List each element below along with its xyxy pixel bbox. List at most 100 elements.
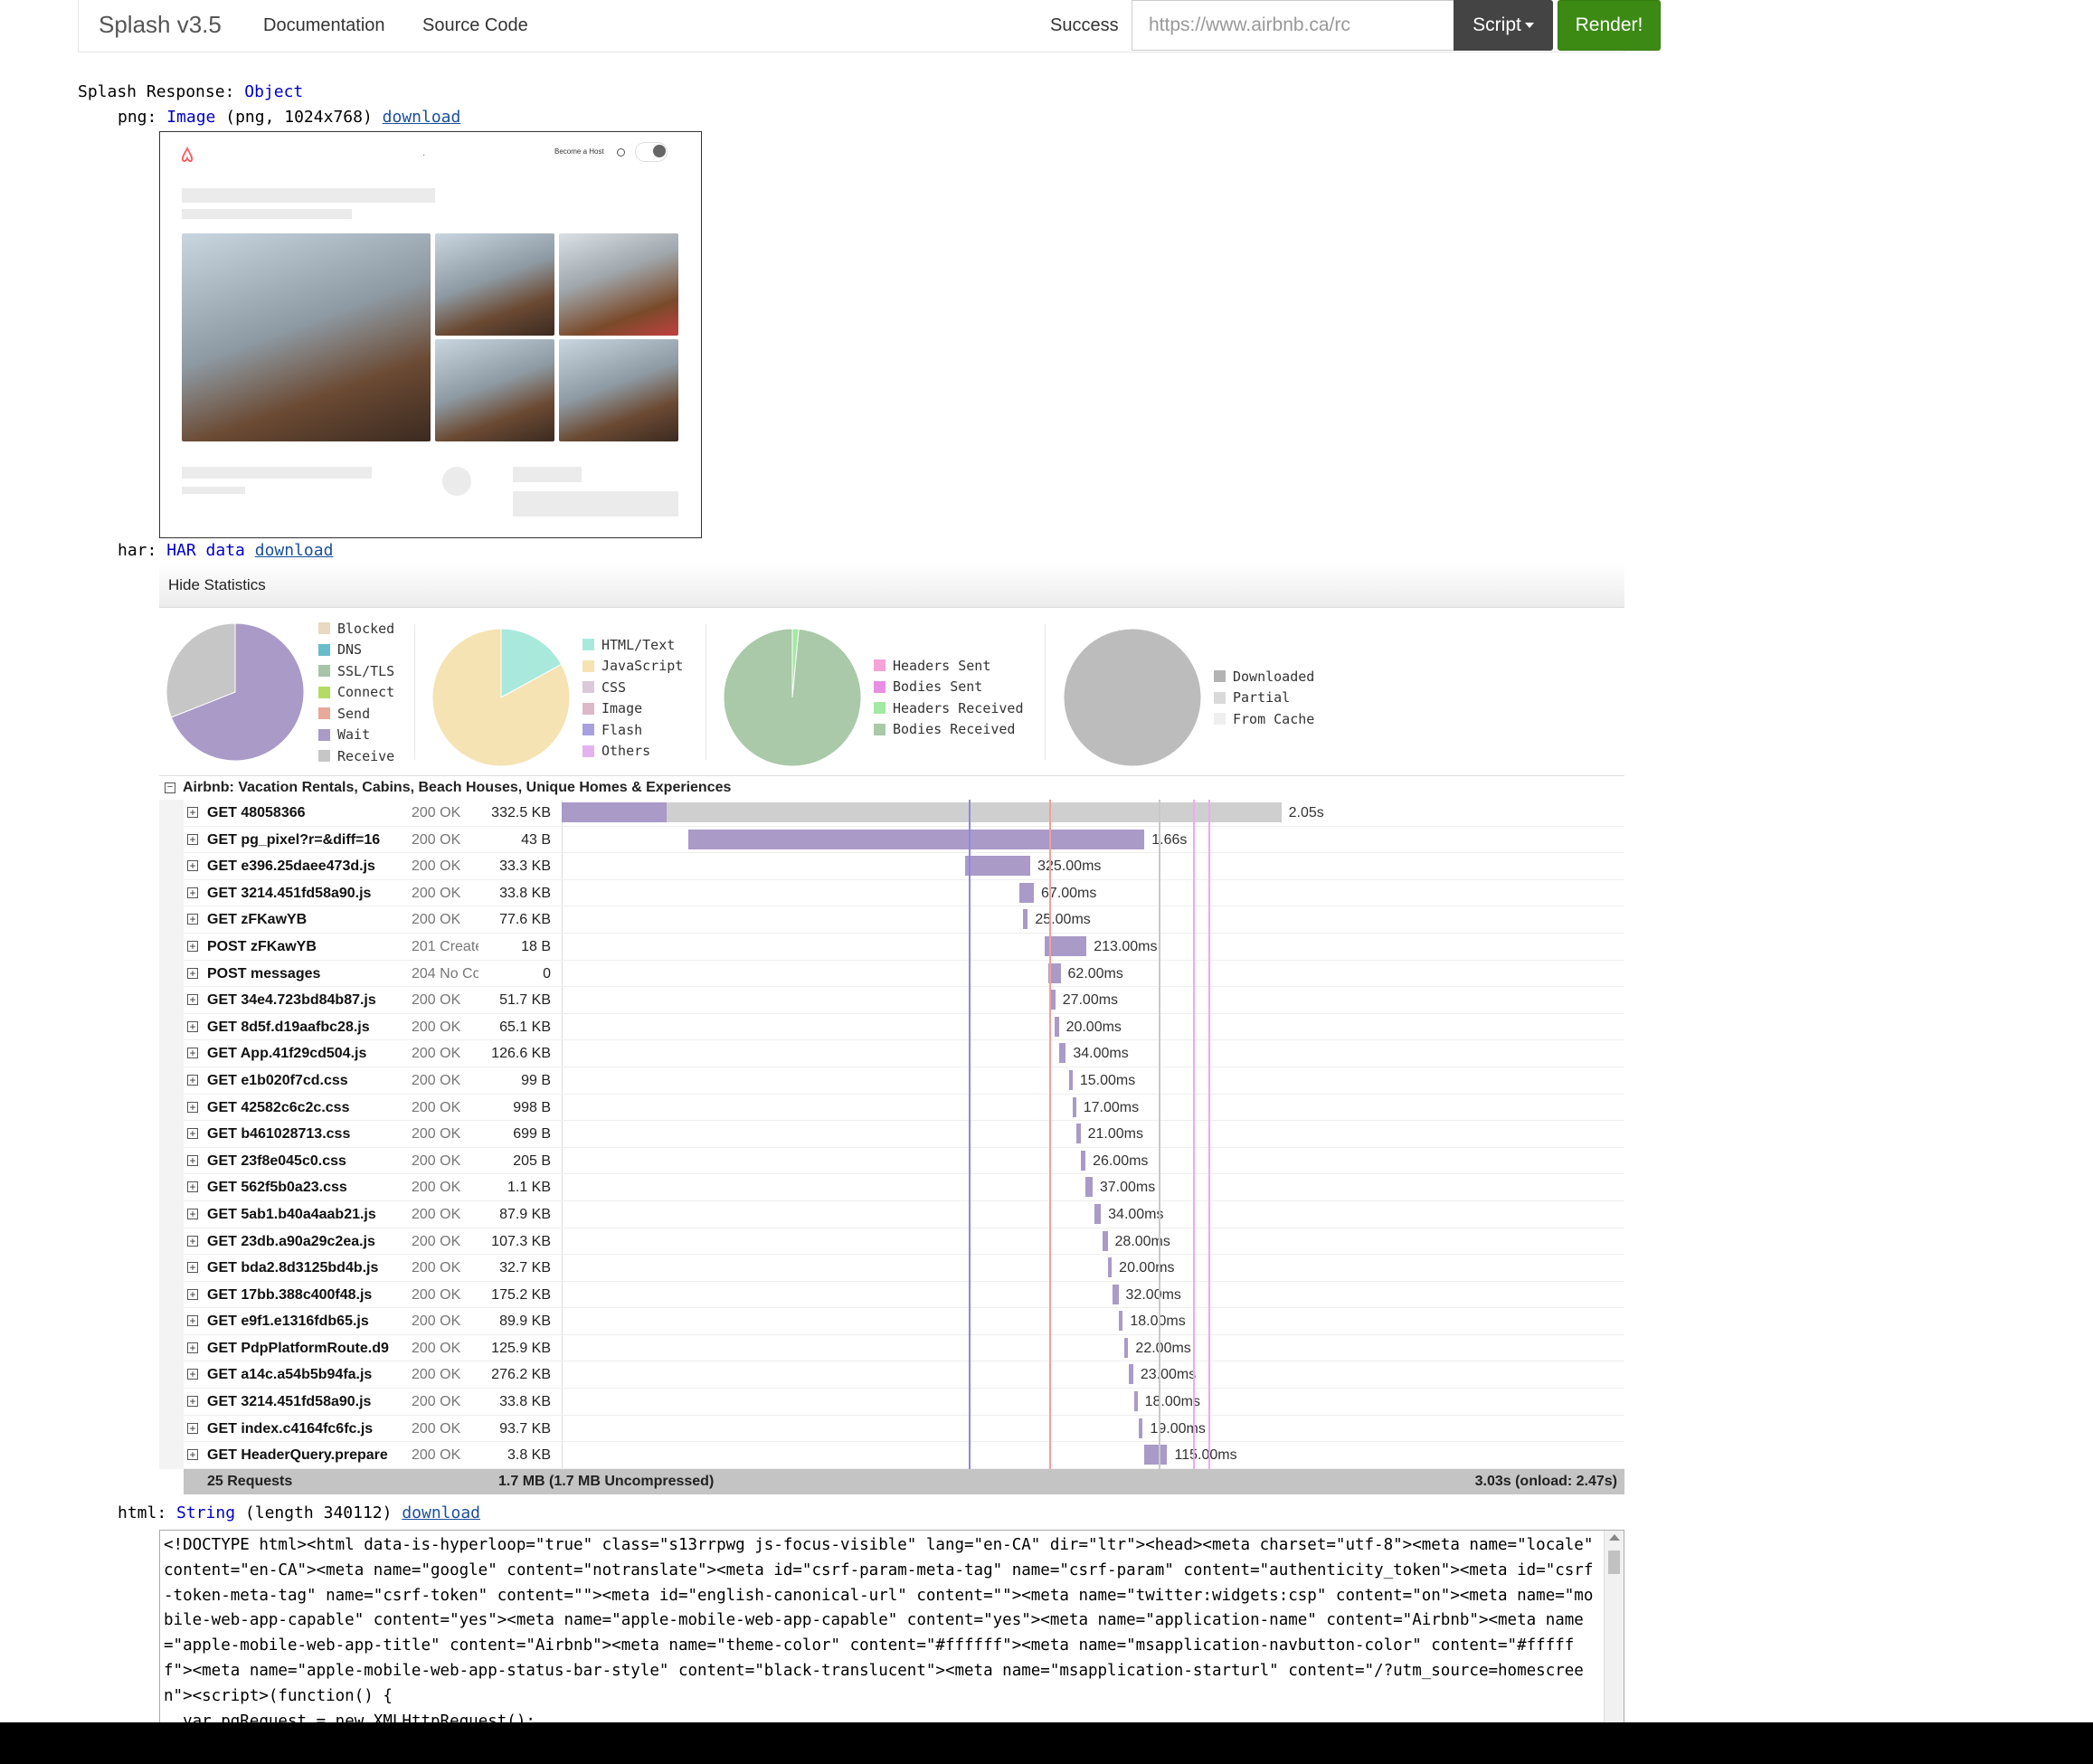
preview-photo-4 [435,339,554,441]
expand-icon[interactable]: + [187,1020,198,1032]
har-entry-row[interactable]: + GET b461028713.css 200 OK 699 B 21.00ms [184,1121,1624,1148]
pie-legend-1: Blocked DNS SSL/TLS Connect Send Wait Receive [318,618,394,767]
expand-icon[interactable]: + [187,1101,198,1113]
legend-label: Wait [337,726,371,744]
legend-item: Headers Received [874,697,1024,719]
entry-wait-bar [1076,1124,1081,1144]
timeline-marker-line [1208,800,1210,1469]
entry-size: 43 B [521,831,551,848]
expand-icon[interactable]: + [187,1262,198,1274]
expand-icon[interactable]: + [187,1074,198,1086]
expand-icon[interactable]: + [187,1369,198,1380]
expand-icon[interactable]: + [187,1048,198,1059]
har-entry-row[interactable]: + GET e1b020f7cd.css 200 OK 99 B 15.00ms [184,1067,1624,1095]
har-entry-row[interactable]: + GET zFKawYB 200 OK 77.6 KB 25.00ms [184,906,1624,934]
har-entry-row[interactable]: + GET 3214.451fd58a90.js 200 OK 33.8 KB 67.0… [184,880,1624,907]
html-source-box[interactable]: <!DOCTYPE html><html data-is-hyperloop="… [159,1530,1624,1724]
har-entry-row[interactable]: + GET pg_pixel?r=&diff=16 200 OK 43 B 1.66s [184,827,1624,854]
legend-label: From Cache [1233,710,1315,727]
collapse-icon[interactable]: − [165,782,175,793]
expand-icon[interactable]: + [187,914,198,925]
expand-icon[interactable]: + [187,994,198,1006]
expand-icon[interactable]: + [187,1128,198,1140]
expand-icon[interactable]: + [187,1315,198,1327]
expand-icon[interactable]: + [187,967,198,979]
html-type: String [176,1503,236,1522]
expand-icon[interactable]: + [187,1235,198,1247]
legend-swatch [1214,670,1226,683]
expand-icon[interactable]: + [187,833,198,845]
response-type: Object [244,82,304,101]
entry-time: 34.00ms [1073,1046,1129,1062]
har-entry-row[interactable]: + GET 34e4.723bd84b87.js 200 OK 51.7 KB 27.0… [184,987,1624,1014]
png-download-link[interactable]: download [383,108,461,127]
har-entry-row[interactable]: + GET e396.25daee473d.js 200 OK 33.3 KB 325.… [184,853,1624,880]
expand-icon[interactable]: + [187,1342,198,1353]
har-entry-row[interactable]: + GET 23f8e045c0.css 200 OK 205 B 26.00ms [184,1148,1624,1175]
preview-title-placeholder [182,188,435,203]
hide-statistics-button[interactable]: Hide Statistics [168,576,266,594]
entry-time: 17.00ms [1083,1099,1140,1115]
png-screenshot-preview[interactable]: · Become a Host [159,131,702,538]
har-entry-row[interactable]: + GET index.c4164fc6fc.js 200 OK 93.7 KB 19.… [184,1416,1624,1443]
expand-icon[interactable]: + [187,1422,198,1434]
har-entries: + GET 48058366 200 OK 332.5 KB 2.05s + GET pg_… [184,800,1624,1469]
har-page-row[interactable]: − Airbnb: Vacation Rentals, Cabins, Beac… [159,775,1624,799]
entry-status: 200 OK [410,1340,478,1357]
har-entry-row[interactable]: + GET 17bb.388c400f48.js 200 OK 175.2 KB 32.… [184,1282,1624,1309]
nav-source-code-link[interactable]: Source Code [422,15,528,36]
har-entry-row[interactable]: + GET 23db.a90a29c2ea.js 200 OK 107.3 KB 28.… [184,1228,1624,1256]
html-line: html: String (length 340112) download [118,1503,480,1522]
expand-icon[interactable]: + [187,860,198,872]
render-button[interactable]: Render! [1558,0,1661,51]
expand-icon[interactable]: + [187,1208,198,1219]
expand-icon[interactable]: + [187,1181,198,1193]
har-entry-row[interactable]: +POST zFKawYB201 Created18 B213.00ms [184,934,1624,961]
expand-icon[interactable]: + [187,1449,198,1461]
legend-label: Image [601,700,643,717]
preview-globe-icon [617,148,625,156]
har-entry-row[interactable]: + GET bda2.8d3125bd4b.js 200 OK 32.7 KB 20.0… [184,1255,1624,1282]
har-entry-row[interactable]: + GET 3214.451fd58a90.js 200 OK 33.8 KB 18.0… [184,1389,1624,1416]
har-entry-row[interactable]: + GET 42582c6c2c.css 200 OK 998 B 17.00ms [184,1095,1624,1122]
url-input[interactable] [1132,0,1454,51]
har-entry-row[interactable]: + GET PdpPlatformRoute.d9 200 OK 125.9 KB 22… [184,1335,1624,1362]
scroll-thumb[interactable] [1608,1551,1620,1574]
entry-wait-bar [965,856,1031,877]
entry-status: 200 OK [410,805,478,821]
brand-title[interactable]: Splash v3.5 [99,11,222,39]
scrollbar[interactable] [1604,1531,1624,1723]
png-key: png: [118,108,157,127]
scroll-up-icon[interactable] [1609,1534,1620,1541]
legend-label: Receive [337,747,395,764]
har-entry-row[interactable]: + GET 5ab1.b40a4aab21.js 200 OK 87.9 KB 34.0… [184,1201,1624,1228]
legend-label: JavaScript [601,658,684,675]
expand-icon[interactable]: + [187,1288,198,1300]
har-entry-row[interactable]: + GET App.41f29cd504.js 200 OK 126.6 KB 34.0… [184,1040,1624,1067]
har-entry-row[interactable]: + GET HeaderQuery.prepare 200 OK 3.8 KB 115.… [184,1442,1624,1469]
har-entry-row[interactable]: + GET 562f5b0a23.css 200 OK 1.1 KB 37.00ms [184,1174,1624,1201]
legend-swatch [1214,713,1226,726]
expand-icon[interactable]: + [187,940,198,952]
expand-icon[interactable]: + [187,1154,198,1166]
entry-status: 200 OK [410,992,478,1010]
har-entry-row[interactable]: +POST messages204 No Content062.00ms [184,961,1624,988]
legend-item: Blocked [318,618,394,640]
entry-status: 200 OK [410,1072,478,1089]
expand-icon[interactable]: + [187,887,198,898]
script-dropdown-button[interactable]: Script [1454,0,1553,51]
har-entry-row[interactable]: + GET 48058366 200 OK 332.5 KB 2.05s [184,800,1624,827]
expand-icon[interactable]: + [187,1396,198,1408]
html-download-link[interactable]: download [402,1503,480,1522]
entry-status: 200 OK [410,1019,478,1036]
entry-size: 126.6 KB [491,1046,551,1062]
legend-label: Downloaded [1233,668,1315,685]
har-entry-row[interactable]: + GET 8d5f.d19aafbc28.js 200 OK 65.1 KB 20.0… [184,1014,1624,1041]
har-entry-row[interactable]: + GET a14c.a54b5b94fa.js 200 OK 276.2 KB 23.… [184,1361,1624,1389]
nav-documentation-link[interactable]: Documentation [263,15,385,36]
legend-swatch [318,622,330,635]
legend-swatch [874,723,886,735]
har-entry-row[interactable]: +GET e9f1.e1316fdb65.js200 OK89.9 KB18.0… [184,1308,1624,1335]
expand-icon[interactable]: + [187,807,198,818]
har-download-link[interactable]: download [255,541,334,560]
